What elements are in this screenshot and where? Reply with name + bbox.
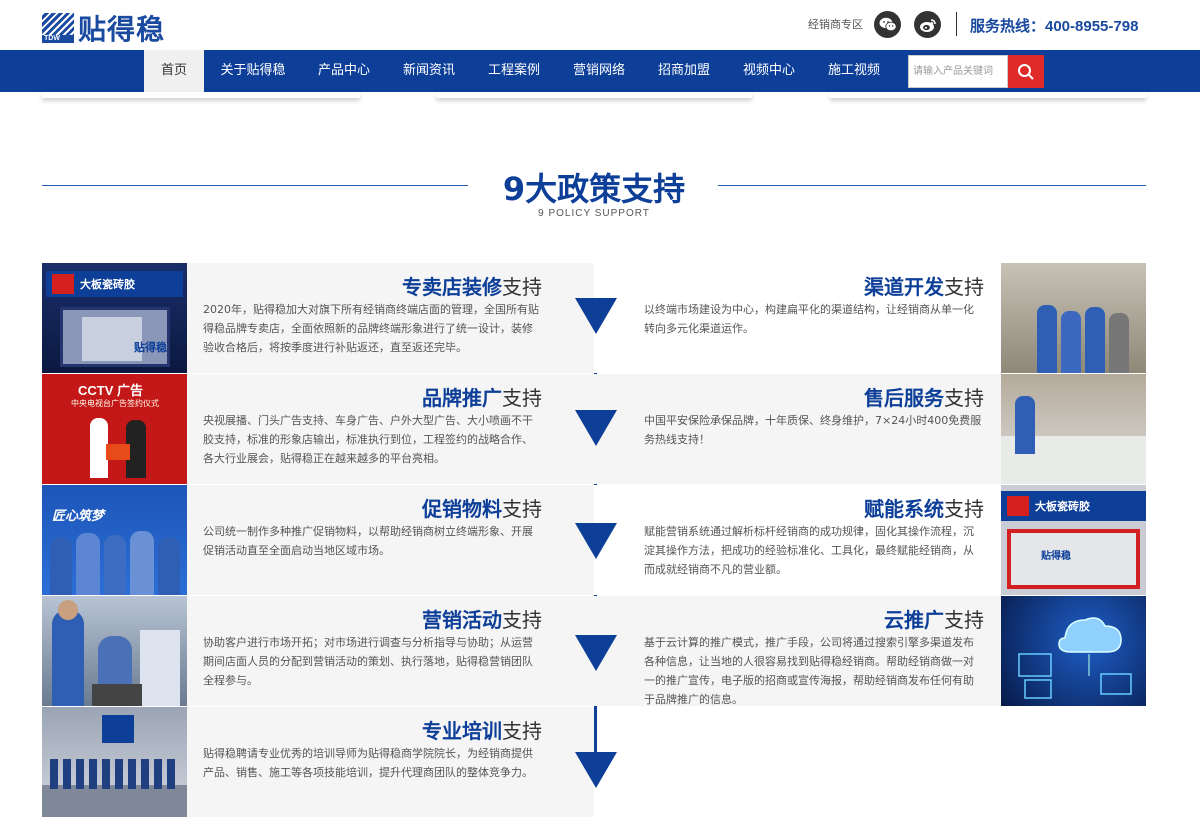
timeline-arrow-icon bbox=[575, 298, 617, 334]
policy-after-sales: 售后服务支持 中国平安保险承保品牌，十年质保、终身维护，7×24小时400免费服… bbox=[594, 374, 1146, 484]
policy-title: 赋能系统支持 bbox=[864, 497, 984, 521]
nav-item-cases[interactable]: 工程案例 bbox=[476, 50, 552, 92]
card-remnant bbox=[830, 92, 1146, 98]
nav-item-about[interactable]: 关于贴得稳 bbox=[210, 50, 296, 92]
nav-item-network[interactable]: 营销网络 bbox=[561, 50, 637, 92]
storefront-photo: 大板瓷砖胶 贴得稳 bbox=[1001, 485, 1146, 595]
policy-marketing-events: 营销活动支持 协助客户进行市场开拓；对市场进行调查与分析指导与协助；从运营期间店… bbox=[42, 596, 594, 706]
policy-desc: 中国平安保险承保品牌，十年质保、终身维护，7×24小时400免费服务热线支持！ bbox=[644, 414, 982, 446]
policy-title: 售后服务支持 bbox=[864, 386, 984, 410]
policy-desc: 贴得稳聘请专业优秀的培训导师为贴得稳商学院院长，为经销商提供产品、销售、施工等各… bbox=[203, 747, 533, 779]
policy-title: 品牌推广支持 bbox=[422, 386, 542, 410]
policy-empowerment-system: 大板瓷砖胶 贴得稳 赋能系统支持 赋能营销系统通过解析标杆经销商的成功规律，固化… bbox=[594, 485, 1146, 595]
team-photo: 匠心筑梦 bbox=[42, 485, 187, 595]
nav-item-products[interactable]: 产品中心 bbox=[306, 50, 382, 92]
worker-photo bbox=[1001, 374, 1146, 484]
cloud-icon bbox=[1001, 596, 1146, 706]
nav-item-news[interactable]: 新闻资讯 bbox=[391, 50, 467, 92]
policy-training: 专业培训支持 贴得稳聘请专业优秀的培训导师为贴得稳商学院院长，为经销商提供产品、… bbox=[42, 707, 594, 817]
policy-desc: 央视展播、门头广告支持、车身广告、户外大型广告、大小喷画不干胶支持，标准的形象店… bbox=[203, 414, 533, 465]
nav-item-franchise[interactable]: 招商加盟 bbox=[646, 50, 722, 92]
search-icon bbox=[1018, 63, 1034, 80]
section-subtitle: 9 POLICY SUPPORT bbox=[538, 208, 650, 219]
store-photo: 大板瓷砖胶 贴得稳 bbox=[42, 263, 187, 373]
timeline-arrow-icon bbox=[575, 523, 617, 559]
search-input[interactable] bbox=[908, 55, 1008, 88]
card-remnant bbox=[436, 92, 752, 98]
logo-mark-icon: TDW bbox=[42, 13, 74, 43]
policy-desc: 2020年，贴得稳加大对旗下所有经销商终端店面的管理，全国所有贴得稳品牌专卖店，… bbox=[203, 303, 539, 354]
policy-title: 专业培训支持 bbox=[422, 719, 542, 743]
top-header: TDW 贴得稳 经销商专区 服务热线：400-8955-798 bbox=[0, 0, 1200, 50]
weibo-icon[interactable] bbox=[914, 11, 941, 38]
nav-item-construction-videos[interactable]: 施工视频 bbox=[816, 50, 892, 92]
training-photo bbox=[42, 707, 187, 817]
timeline-arrow-icon bbox=[575, 410, 617, 446]
event-photo bbox=[42, 596, 187, 706]
dealer-team-photo bbox=[1001, 263, 1146, 373]
search-button[interactable] bbox=[1008, 55, 1044, 88]
policy-desc: 公司统一制作多种推广促销物料，以帮助经销商树立终端形象、开展促销活动直至全面启动… bbox=[203, 525, 533, 557]
policy-desc: 以终端市场建设为中心，构建扁平化的渠道结构，让经销商从单一化转向多元化渠道运作。 bbox=[644, 303, 974, 335]
section-title: 9大政策支持 bbox=[502, 170, 686, 208]
policy-promo-materials: 匠心筑梦 促销物料支持 公司统一制作多种推广促销物料，以帮助经销商树立终端形象、… bbox=[42, 485, 594, 595]
policy-title: 专卖店装修支持 bbox=[402, 275, 542, 299]
logo-text: 贴得稳 bbox=[78, 13, 166, 46]
policy-title: 渠道开发支持 bbox=[864, 275, 984, 299]
nav-item-home[interactable]: 首页 bbox=[144, 50, 204, 92]
policy-desc: 协助客户进行市场开拓；对市场进行调查与分析指导与协助；从运营期间店面人员的分配到… bbox=[203, 636, 533, 687]
policy-store-decoration: 大板瓷砖胶 贴得稳 专卖店装修支持 2020年，贴得稳加大对旗下所有经销商终端店… bbox=[42, 263, 594, 373]
policy-brand-promotion: CCTV 广告 中央电视台广告签约仪式 品牌推广支持 央视展播、门头广告支持、车… bbox=[42, 374, 594, 484]
hotline-divider bbox=[956, 12, 957, 36]
timeline-arrow-icon bbox=[575, 752, 617, 788]
cctv-photo: CCTV 广告 中央电视台广告签约仪式 bbox=[42, 374, 187, 484]
dealer-zone-link[interactable]: 经销商专区 bbox=[808, 16, 863, 32]
policy-desc: 赋能营销系统通过解析标杆经销商的成功规律，固化其操作流程，沉淀其操作方法，把成功… bbox=[644, 525, 974, 576]
service-hotline: 服务热线：400-8955-798 bbox=[970, 18, 1139, 35]
timeline-arrow-icon bbox=[575, 635, 617, 671]
policy-title: 云推广支持 bbox=[884, 608, 984, 632]
card-remnant bbox=[42, 92, 360, 98]
policy-channel-development: 渠道开发支持 以终端市场建设为中心，构建扁平化的渠道结构，让经销商从单一化转向多… bbox=[594, 263, 1146, 373]
policy-title: 营销活动支持 bbox=[422, 608, 542, 632]
brand-logo[interactable]: TDW 贴得稳 bbox=[42, 8, 165, 48]
policy-cloud-promotion: 云推广支持 基于云计算的推广模式，推广手段，公司将通过搜索引擎多渠道发布各种信息… bbox=[594, 596, 1146, 706]
wechat-icon[interactable] bbox=[874, 11, 901, 38]
nav-item-videos[interactable]: 视频中心 bbox=[731, 50, 807, 92]
policy-title: 促销物料支持 bbox=[422, 497, 542, 521]
policy-desc: 基于云计算的推广模式，推广手段，公司将通过搜索引擎多渠道发布各种信息，让当地的人… bbox=[644, 636, 974, 706]
